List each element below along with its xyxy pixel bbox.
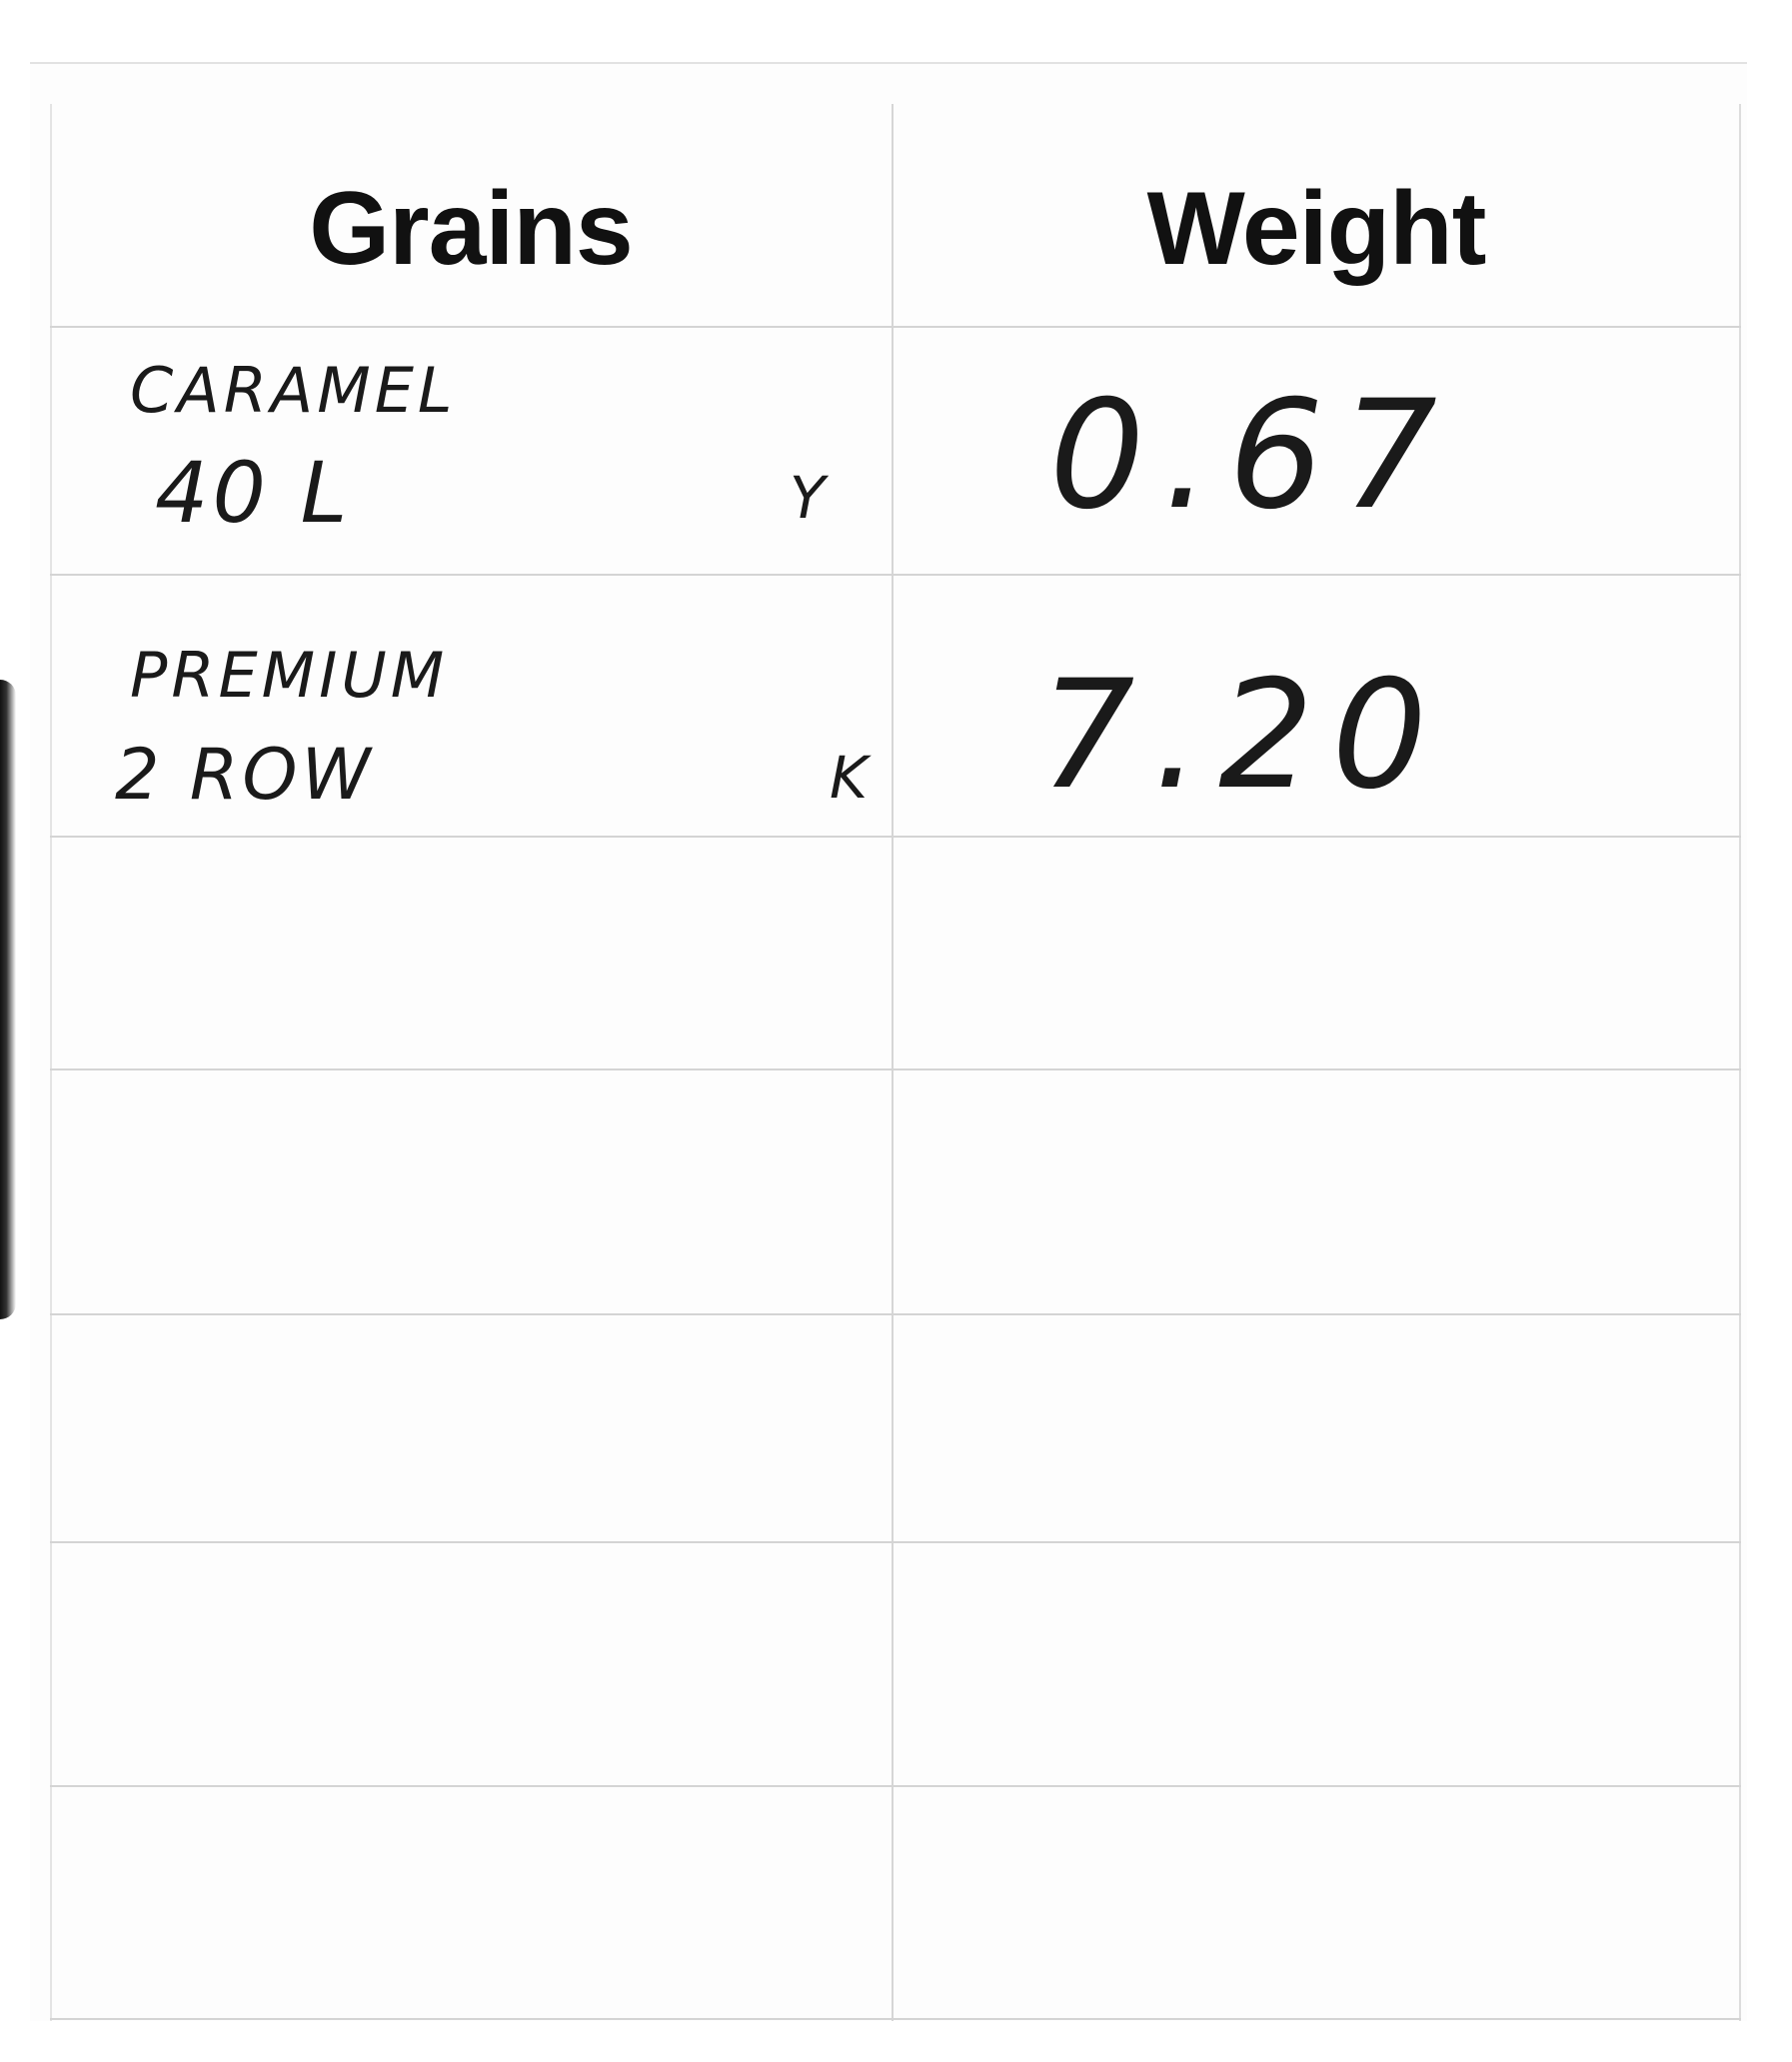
background-edge	[0, 680, 16, 1319]
table-left-border	[50, 104, 52, 2021]
row-divider	[50, 574, 1741, 576]
row-divider	[50, 1313, 1741, 1315]
header-weight: Weight	[1146, 170, 1487, 287]
worksheet-table: Grains Weight CARAMEL 40 L Y 0.67 PREMIU…	[30, 62, 1747, 2021]
grain-name-line2: 40 L	[155, 444, 352, 542]
grain-name-line1: PREMIUM	[130, 639, 449, 712]
grain-name-line2: 2 ROW	[115, 734, 375, 816]
column-divider	[892, 104, 894, 2021]
table-right-border	[1739, 104, 1741, 2021]
header-grains: Grains	[309, 170, 633, 287]
row-divider	[50, 836, 1741, 838]
grain-weight: 7.20	[1039, 649, 1445, 823]
row-divider	[50, 326, 1741, 328]
row-divider	[50, 2018, 1741, 2020]
row-divider	[50, 1541, 1741, 1543]
grain-mark: K	[830, 744, 869, 812]
row-divider	[50, 1068, 1741, 1070]
grain-mark: Y	[790, 464, 826, 532]
grain-weight: 0.67	[1049, 369, 1455, 543]
row-divider	[50, 1785, 1741, 1787]
grain-name-line1: CARAMEL	[130, 354, 457, 427]
